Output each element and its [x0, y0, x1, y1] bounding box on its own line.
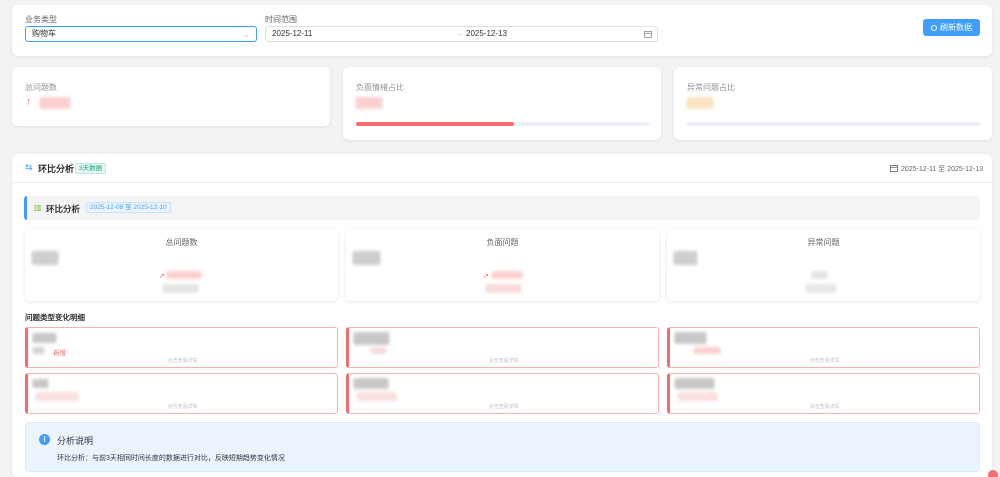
calendar-icon	[890, 165, 898, 172]
detail-hint: 点击查看详情	[167, 404, 198, 410]
metric-title: 总问题数	[165, 238, 198, 247]
total-issues-label: 总问题数	[25, 83, 57, 92]
refresh-button[interactable]: 刷新数据	[923, 19, 980, 36]
refresh-icon	[931, 25, 937, 31]
metric-previous-redacted	[486, 284, 522, 293]
date-separator-arrow: →	[455, 29, 463, 38]
filter-bar: 业务类型 购物车 ⌄ 时间范围 2025-12-11 → 2025-12-13 …	[12, 5, 992, 56]
metric-current-redacted	[32, 251, 58, 265]
issue-type-change-redacted	[678, 392, 718, 401]
issue-type-card[interactable]: 新增 点击查看详情	[25, 327, 338, 368]
detail-hint: 点击查看详情	[488, 404, 519, 410]
chart-icon: ▥	[34, 203, 42, 212]
negative-ratio-card: 负面情绪占比	[343, 67, 661, 140]
date-start-input[interactable]: 2025-12-11	[272, 27, 312, 41]
issue-type-name-redacted	[354, 378, 388, 389]
issue-type-card[interactable]: 点击查看详情	[667, 373, 980, 414]
abnormal-ratio-value-redacted	[687, 97, 713, 109]
metric-previous-redacted	[806, 284, 836, 293]
total-issues-value-redacted	[40, 97, 70, 109]
metric-card-abnormal: 异常问题	[667, 229, 980, 301]
time-range-label: 时间范围	[265, 15, 297, 24]
trend-up-icon: ↗	[483, 273, 489, 280]
detail-hint: 点击查看详情	[809, 358, 840, 364]
detail-section-title: 问题类型变化明细	[25, 313, 85, 322]
issue-type-count-redacted	[33, 347, 45, 354]
new-label: 新增	[53, 350, 66, 357]
compare-range-badge: 2025-12-08 至 2025-12-10	[86, 202, 171, 213]
detail-hint: 点击查看详情	[167, 358, 198, 364]
trend-up-icon: ↗	[159, 273, 165, 280]
issue-type-card[interactable]: 点击查看详情	[25, 373, 338, 414]
issue-type-name-redacted	[33, 379, 49, 388]
metric-change-redacted	[812, 271, 828, 279]
metric-current-redacted	[674, 251, 698, 265]
negative-ratio-value-redacted	[356, 97, 382, 109]
metric-card-negative: 负面问题 ↗	[346, 229, 659, 301]
compare-title: 环比分析	[46, 204, 81, 214]
issue-type-name-redacted	[675, 378, 715, 389]
metric-change-redacted	[167, 271, 201, 279]
abnormal-ratio-card: 异常问题占比	[674, 67, 992, 140]
info-icon: i	[39, 434, 50, 445]
abnormal-ratio-label: 异常问题占比	[687, 83, 735, 92]
info-title: 分析说明	[57, 436, 94, 446]
issue-type-card[interactable]: 点击查看详情	[346, 373, 659, 414]
period-analysis-panel: ⇆ 环比分析 3天数据 2025-12-11 至 2025-12-13 ▥ 环比…	[12, 154, 992, 477]
issue-type-name-redacted	[354, 332, 390, 345]
abnormal-ratio-progress	[687, 122, 980, 126]
swap-icon: ⇆	[25, 162, 33, 172]
metric-current-redacted	[353, 251, 381, 265]
issue-type-card[interactable]: 点击查看详情	[346, 327, 659, 368]
issue-type-name-redacted	[33, 333, 57, 343]
issue-type-change-redacted	[694, 347, 720, 354]
info-text: 环比分析：与前3天相同时间长度的数据进行对比，反映短期趋势变化情况	[57, 455, 285, 462]
panel-title: 环比分析	[38, 164, 75, 174]
detail-hint: 点击查看详情	[809, 404, 840, 410]
issue-type-name-redacted	[675, 332, 707, 344]
total-issues-card: 总问题数 ↑	[12, 67, 330, 126]
metric-title: 异常问题	[807, 238, 840, 247]
business-type-select[interactable]: 购物车 ⌄	[25, 26, 257, 42]
arrow-up-icon: ↑	[26, 96, 32, 108]
notification-dot[interactable]	[988, 470, 998, 477]
metric-change-redacted	[492, 271, 522, 279]
issue-type-card[interactable]: 点击查看详情	[667, 327, 980, 368]
detail-hint: 点击查看详情	[488, 358, 519, 364]
negative-ratio-progress-fill	[356, 122, 515, 126]
issue-type-change-redacted	[371, 347, 387, 354]
business-type-value: 购物车	[32, 29, 56, 38]
days-badge: 3天数据	[75, 163, 107, 174]
analysis-info-box: i 分析说明 环比分析：与前3天相同时间长度的数据进行对比，反映短期趋势变化情况	[25, 422, 980, 472]
negative-ratio-label: 负面情绪占比	[356, 83, 404, 92]
refresh-button-label: 刷新数据	[940, 23, 972, 32]
calendar-icon	[644, 31, 652, 38]
date-range-picker[interactable]: 2025-12-11 → 2025-12-13	[265, 26, 658, 42]
business-type-label: 业务类型	[25, 15, 57, 24]
issue-type-change-redacted	[36, 392, 78, 401]
issue-type-change-redacted	[357, 392, 397, 401]
range-text: 2025-12-11 至 2025-12-13	[901, 166, 983, 173]
negative-ratio-progress	[356, 122, 649, 126]
metric-title: 负面问题	[486, 238, 519, 247]
date-end-input[interactable]: 2025-12-13	[466, 27, 507, 41]
chevron-down-icon: ⌄	[242, 29, 250, 39]
metric-previous-redacted	[163, 284, 199, 293]
compare-subheader: ▥ 环比分析 2025-12-08 至 2025-12-10	[24, 196, 980, 220]
panel-header: ⇆ 环比分析 3天数据 2025-12-11 至 2025-12-13	[12, 154, 992, 183]
metric-card-total: 总问题数 ↗	[25, 229, 338, 301]
